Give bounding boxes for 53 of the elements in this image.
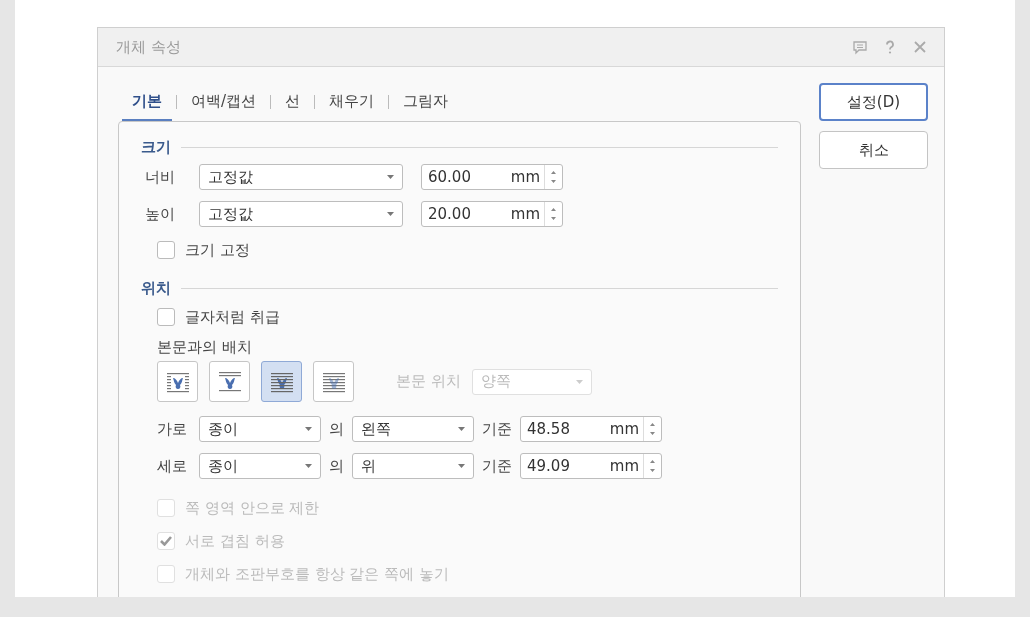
tab[interactable]: 여백/캡션: [181, 83, 267, 121]
section-heading: 위치: [141, 278, 171, 298]
field-label: 높이: [145, 204, 176, 224]
number-field[interactable]: 20.00 mm: [421, 201, 563, 227]
dropdown[interactable]: 위: [352, 453, 474, 479]
tab[interactable]: 선: [275, 83, 311, 121]
number-field[interactable]: 49.09 mm: [520, 453, 662, 479]
checkbox-label: 쪽 영역 안으로 제한: [185, 498, 320, 518]
tab[interactable]: 채우기: [319, 83, 385, 121]
field-label: 세로: [157, 456, 188, 476]
comment-icon[interactable]: [852, 39, 868, 55]
checkbox-label: 개체와 조판부호를 항상 같은 쪽에 놓기: [185, 564, 449, 584]
window-title: 개체 속성: [116, 37, 182, 57]
field-label: 의: [329, 456, 344, 476]
number-field[interactable]: 48.58 mm: [520, 416, 662, 442]
dropdown[interactable]: 왼쪽: [352, 416, 474, 442]
wrap-square-icon: [166, 370, 189, 393]
caret-icon: [305, 464, 312, 468]
wrap-top-bottom-icon: [218, 370, 241, 393]
checkbox-label: 서로 겹침 허용: [185, 531, 285, 551]
section-heading: 크기: [141, 137, 171, 157]
dropdown[interactable]: 종이: [199, 453, 321, 479]
wrap-behind-text-icon: [270, 370, 293, 393]
field-label: 의: [329, 419, 344, 439]
checkbox-label: 크기 고정: [185, 240, 250, 260]
wrap-option-button[interactable]: [313, 361, 354, 402]
field-label: 가로: [157, 419, 188, 439]
wrap-option-button[interactable]: [261, 361, 302, 402]
dropdown[interactable]: 종이: [199, 416, 321, 442]
dialog-button[interactable]: 설정(D): [819, 83, 928, 121]
caret-icon: [575, 379, 583, 384]
checkbox-label: 글자처럼 취급: [185, 307, 280, 327]
caret-icon: [305, 427, 312, 431]
close-icon[interactable]: [912, 39, 928, 55]
field-label: 본문과의 배치: [157, 338, 252, 356]
caret-icon: [458, 464, 465, 468]
number-field[interactable]: 60.00 mm: [421, 164, 563, 190]
caret-icon: [458, 427, 465, 431]
dropdown[interactable]: 고정값: [199, 201, 403, 227]
field-label: 너비: [145, 167, 176, 187]
checkbox[interactable]: [157, 241, 175, 259]
caret-icon: [387, 175, 394, 179]
field-label: 본문 위치: [396, 372, 461, 391]
checkbox[interactable]: [157, 308, 175, 326]
wrap-in-front-icon: [322, 370, 345, 393]
field-label: 기준: [482, 456, 512, 476]
field-label: 기준: [482, 419, 512, 439]
wrap-option-button[interactable]: [157, 361, 198, 402]
dropdown[interactable]: 고정값: [199, 164, 403, 190]
dialog-button[interactable]: 취소: [819, 131, 928, 169]
tab[interactable]: 그림자: [393, 83, 459, 121]
wrap-option-button[interactable]: [209, 361, 250, 402]
caret-icon: [387, 212, 394, 216]
